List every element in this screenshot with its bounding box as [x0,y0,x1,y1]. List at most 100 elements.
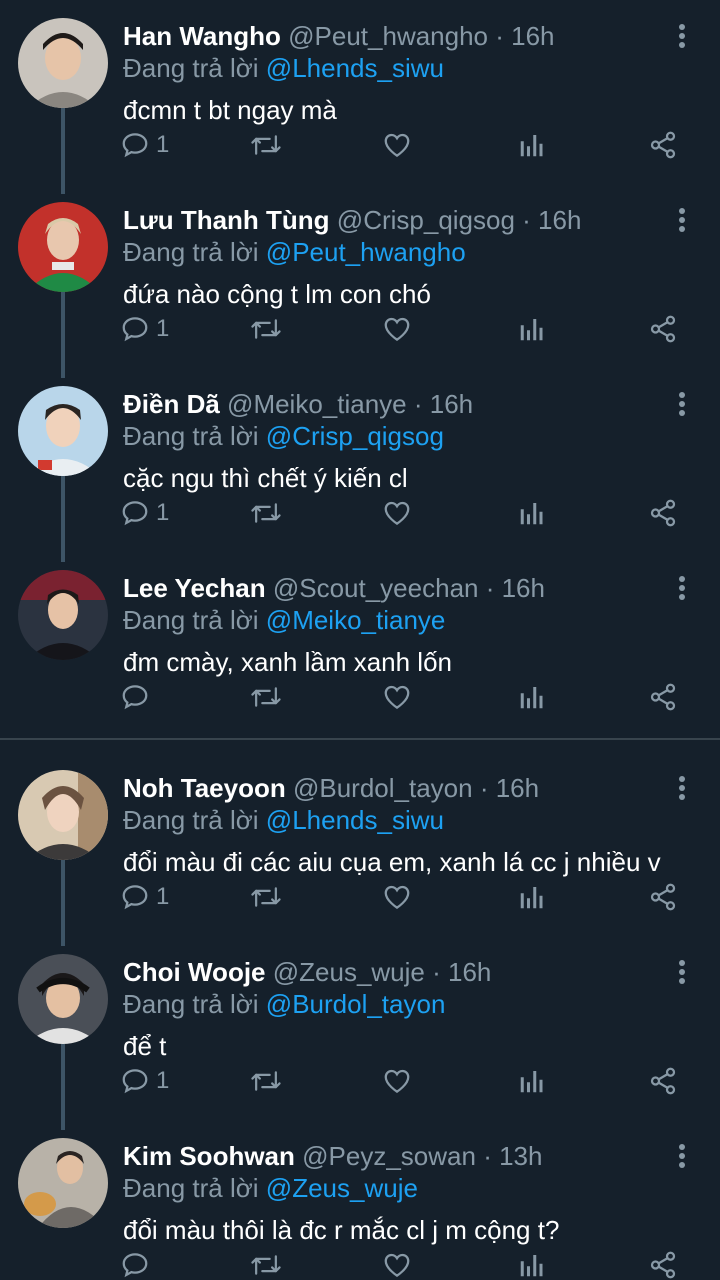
timestamp[interactable]: · 16h [432,957,491,987]
reply-icon [122,501,148,526]
reply-icon [122,885,148,910]
like-icon [384,133,410,157]
action-bar: 1 [120,125,690,165]
user-handle[interactable]: @Burdol_tayon [293,773,473,803]
user-handle[interactable]: @Peut_hwangho [288,21,488,51]
mention-link[interactable]: @Crisp_qigsog [266,421,444,451]
user-handle[interactable]: @Zeus_wuje [273,957,425,987]
share-icon [650,499,676,527]
share-button[interactable] [648,125,678,165]
like-button[interactable] [382,125,412,165]
user-handle[interactable]: @Peyz_sowan [302,1141,476,1171]
display-name[interactable]: Noh Taeyoon [123,773,286,803]
tweet[interactable]: Noh Taeyoon @Burdol_tayon · 16h Đang trả… [0,752,720,946]
reply-button[interactable] [120,677,156,717]
more-icon[interactable] [672,958,692,988]
display-name[interactable]: Kim Soohwan [123,1141,295,1171]
user-handle[interactable]: @Crisp_qigsog [337,205,515,235]
share-button[interactable] [648,493,678,533]
tweet[interactable]: Han Wangho @Peut_hwangho · 16h Đang trả … [0,0,720,194]
mention-link[interactable]: @Meiko_tianye [266,605,446,635]
tweet[interactable]: Điền Dã @Meiko_tianye · 16h Đang trả lời… [0,368,720,562]
like-button[interactable] [382,1245,412,1280]
user-handle[interactable]: @Scout_yeechan [273,573,479,603]
avatar[interactable] [18,18,108,108]
display-name[interactable]: Điền Dã [123,389,220,419]
more-icon[interactable] [672,22,692,52]
reply-button[interactable]: 1 [120,309,169,349]
display-name[interactable]: Choi Wooje [123,957,266,987]
tweet-text: để t [123,1031,167,1061]
retweet-button[interactable] [250,1245,282,1280]
avatar[interactable] [18,1138,108,1228]
mention-link[interactable]: @Zeus_wuje [266,1173,418,1203]
reply-prefix: Đang trả lời [123,421,259,451]
reply-button[interactable]: 1 [120,125,169,165]
avatar[interactable] [18,202,108,292]
avatar[interactable] [18,386,108,476]
action-bar: 1 [120,309,690,349]
retweet-button[interactable] [250,309,282,349]
stats-button[interactable] [518,493,546,533]
timestamp[interactable]: · 16h [480,773,539,803]
tweet[interactable]: Lee Yechan @Scout_yeechan · 16h Đang trả… [0,552,720,736]
timestamp[interactable]: · 16h [522,205,581,235]
share-button[interactable] [648,309,678,349]
retweet-icon [251,503,281,523]
timestamp[interactable]: · 16h [495,21,554,51]
mention-link[interactable]: @Lhends_siwu [266,805,444,835]
like-button[interactable] [382,493,412,533]
tweet[interactable]: Kim Soohwan @Peyz_sowan · 13h Đang trả l… [0,1120,720,1280]
more-icon[interactable] [672,774,692,804]
timestamp[interactable]: · 13h [483,1141,542,1171]
share-icon [650,315,676,343]
reply-button[interactable]: 1 [120,1061,169,1101]
avatar[interactable] [18,770,108,860]
share-button[interactable] [648,877,678,917]
like-button[interactable] [382,877,412,917]
avatar[interactable] [18,954,108,1044]
stats-button[interactable] [518,1245,546,1280]
mention-link[interactable]: @Peut_hwangho [266,237,466,267]
stats-button[interactable] [518,677,546,717]
tweet[interactable]: Lưu Thanh Tùng @Crisp_qigsog · 16h Đang … [0,184,720,378]
share-button[interactable] [648,1061,678,1101]
stats-button[interactable] [518,1061,546,1101]
retweet-button[interactable] [250,877,282,917]
mention-link[interactable]: @Burdol_tayon [266,989,446,1019]
reply-button[interactable] [120,1245,156,1280]
like-button[interactable] [382,677,412,717]
stats-button[interactable] [518,877,546,917]
retweet-button[interactable] [250,493,282,533]
avatar[interactable] [18,570,108,660]
reply-button[interactable]: 1 [120,877,169,917]
tweet[interactable]: Choi Wooje @Zeus_wuje · 16h Đang trả lời… [0,936,720,1130]
replying-to: Đang trả lời @Lhends_siwu [123,50,444,86]
user-handle[interactable]: @Meiko_tianye [227,389,407,419]
timestamp[interactable]: · 16h [414,389,473,419]
more-icon[interactable] [672,206,692,236]
reply-button[interactable]: 1 [120,493,169,533]
timestamp[interactable]: · 16h [486,573,545,603]
tweet-text: cặc ngu thì chết ý kiến cl [123,463,408,493]
share-button[interactable] [648,677,678,717]
like-button[interactable] [382,309,412,349]
display-name[interactable]: Han Wangho [123,21,281,51]
share-button[interactable] [648,1245,678,1280]
retweet-button[interactable] [250,125,282,165]
display-name[interactable]: Lee Yechan [123,573,266,603]
more-icon[interactable] [672,574,692,604]
more-icon[interactable] [672,1142,692,1172]
stats-button[interactable] [518,125,546,165]
like-button[interactable] [382,1061,412,1101]
stats-button[interactable] [518,309,546,349]
retweet-button[interactable] [250,1061,282,1101]
mention-link[interactable]: @Lhends_siwu [266,53,444,83]
like-icon [384,501,410,525]
reply-prefix: Đang trả lời [123,989,259,1019]
display-name[interactable]: Lưu Thanh Tùng [123,205,330,235]
reply-prefix: Đang trả lời [123,605,259,635]
more-icon[interactable] [672,390,692,420]
retweet-button[interactable] [250,677,282,717]
share-icon [650,131,676,159]
